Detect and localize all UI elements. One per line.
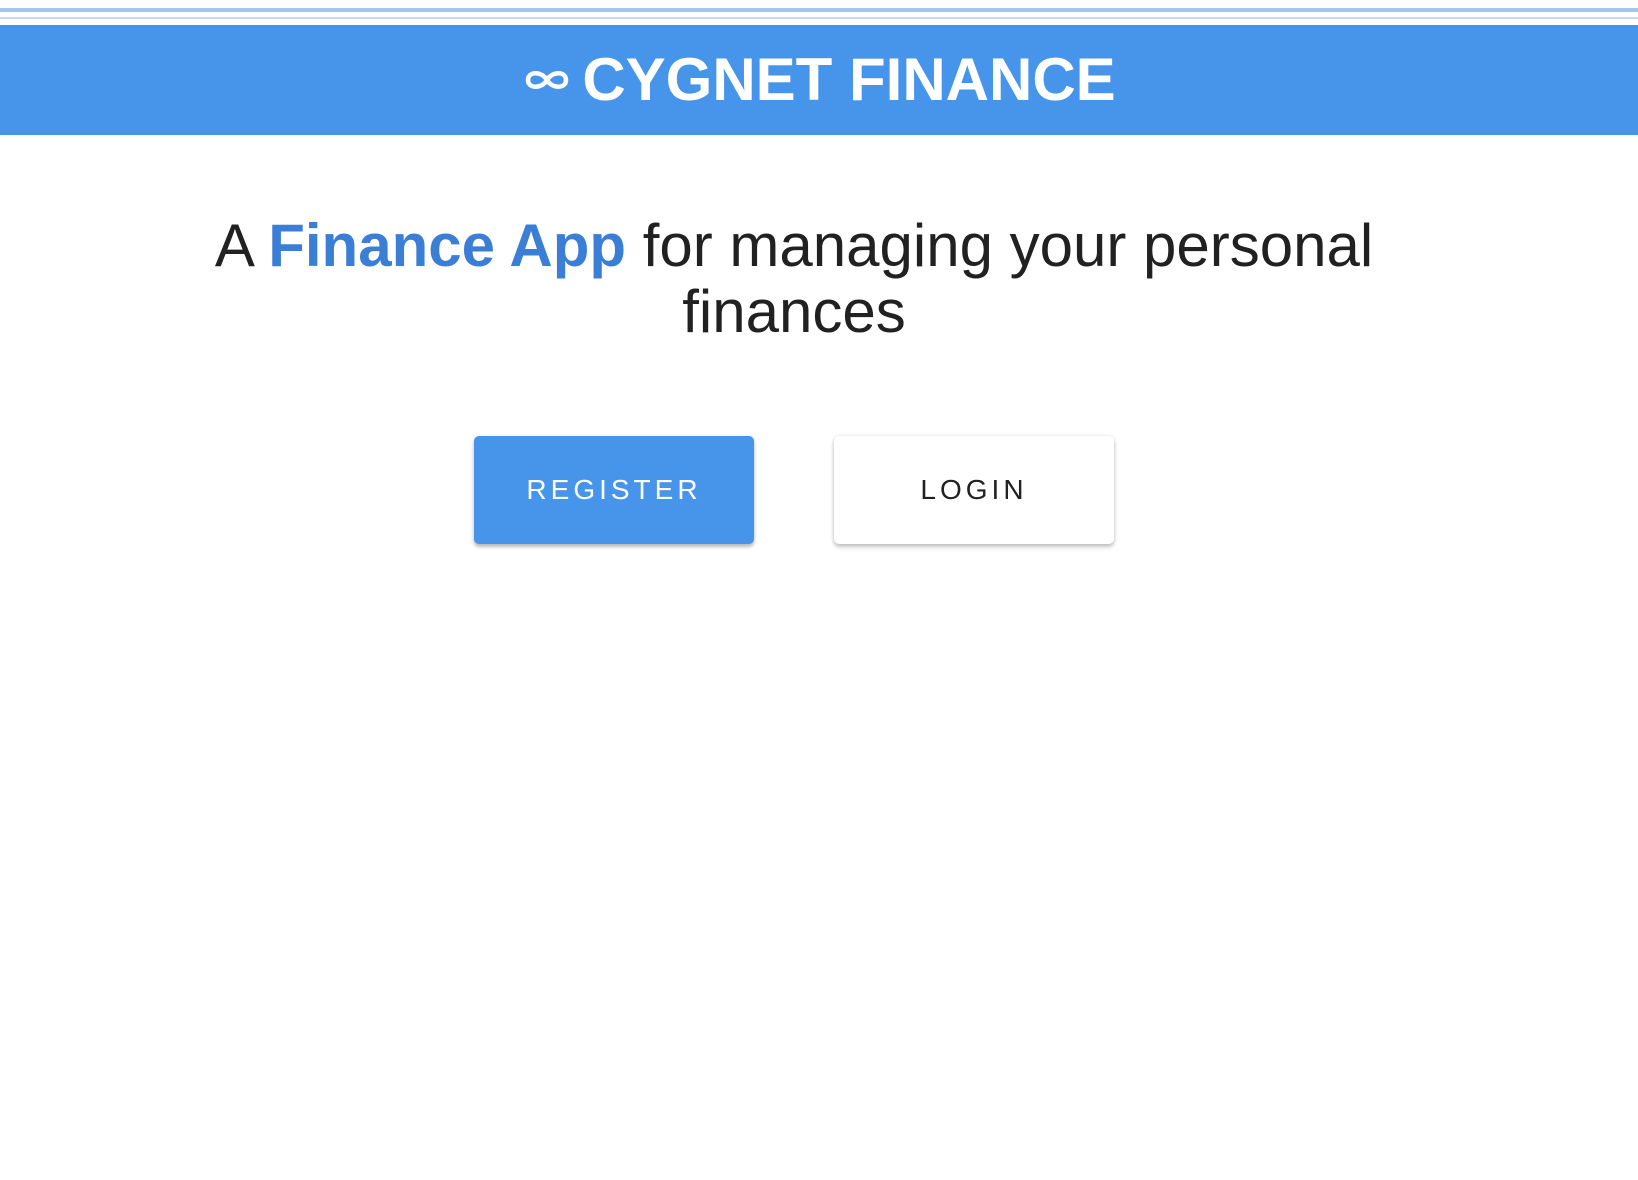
app-header: CYGNET FINANCE [0, 25, 1638, 135]
top-border-line [0, 8, 1638, 12]
hero-prefix: A [214, 212, 252, 279]
top-border-line-thin [0, 17, 1638, 19]
app-title: CYGNET FINANCE [582, 46, 1116, 113]
brand[interactable]: CYGNET FINANCE [522, 46, 1116, 113]
register-button[interactable]: REGISTER [474, 436, 754, 544]
top-border [0, 0, 1638, 25]
login-button[interactable]: LOGIN [834, 436, 1114, 544]
hero-accent: Finance App [268, 212, 627, 279]
hero-heading: A Finance App for managing your personal… [200, 213, 1388, 345]
infinity-icon [522, 65, 572, 95]
hero-suffix: for managing your personal finances [642, 212, 1374, 345]
